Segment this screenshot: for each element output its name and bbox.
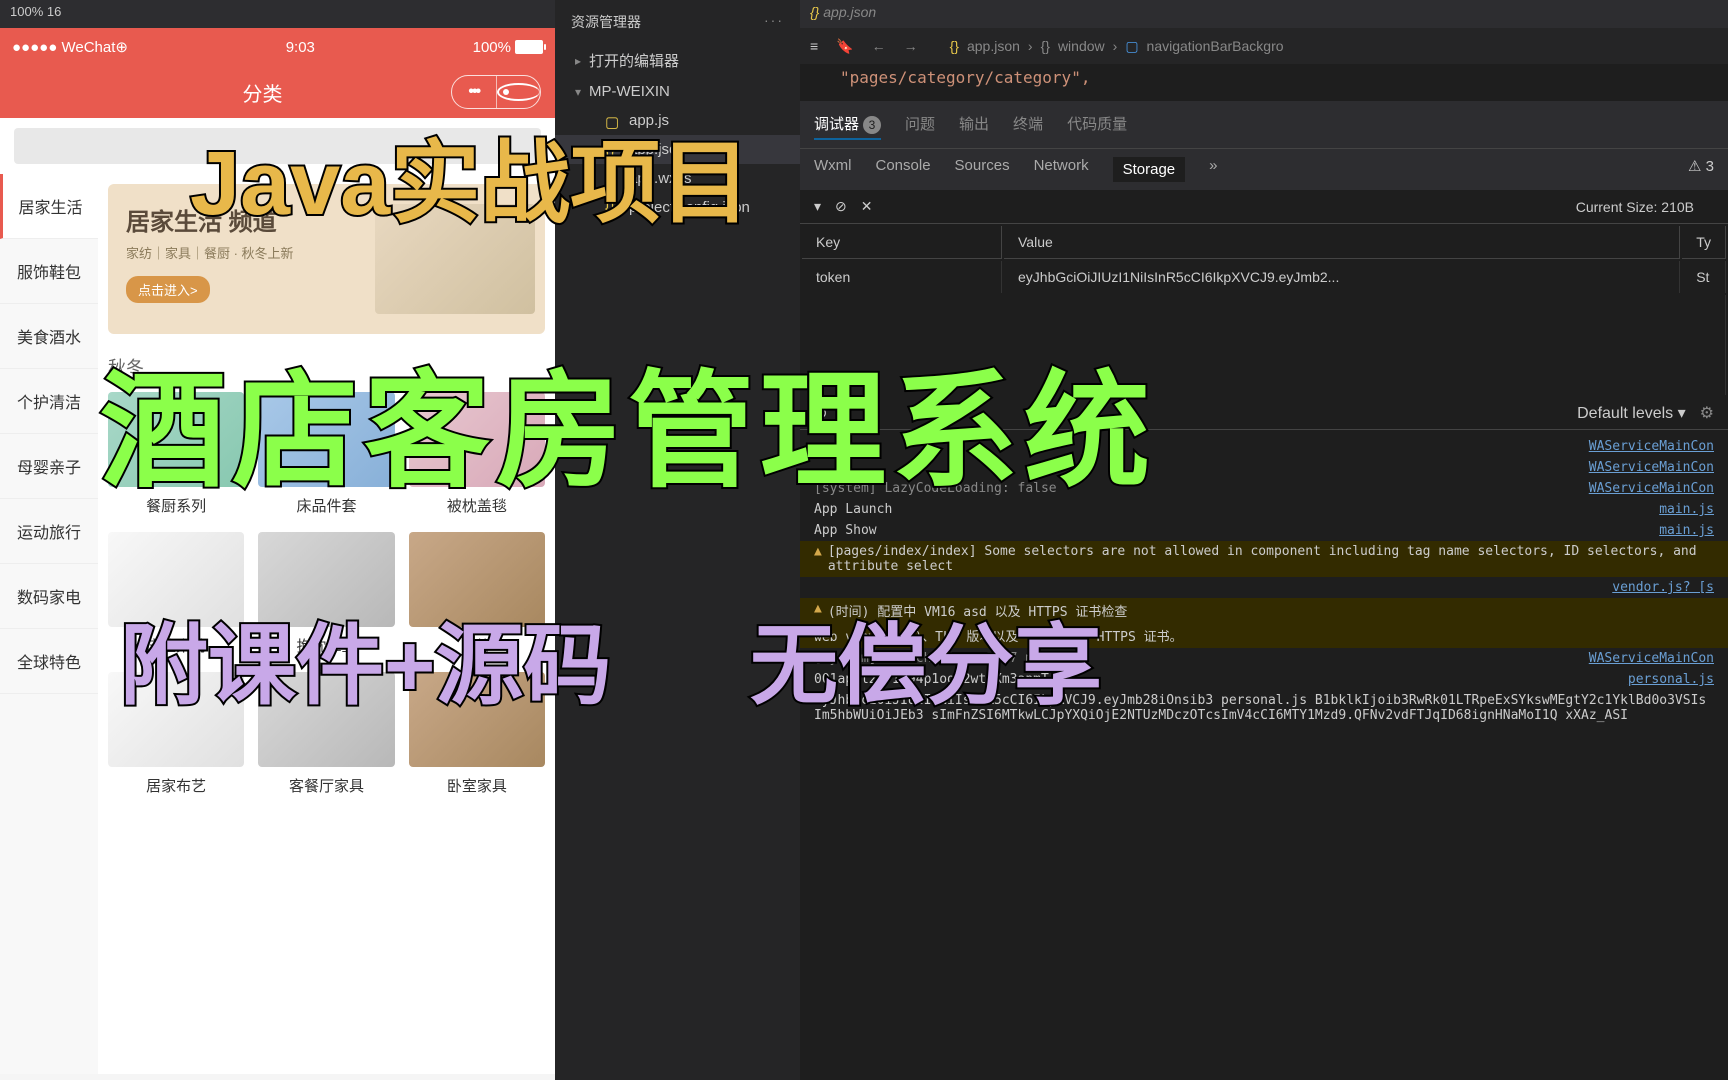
warning-icon: ▲ [814, 544, 822, 574]
category-sidebar: 居家生活 服饰鞋包 美食酒水 个护清洁 母婴亲子 运动旅行 数码家电 全球特色 [0, 174, 98, 1074]
tab-debugger[interactable]: 调试器3 [814, 109, 881, 140]
more-icon[interactable]: ··· [764, 12, 784, 32]
chevron-down-icon: ▾ [575, 85, 581, 99]
devtools-tabs: Wxml Console Sources Network Storage » ⚠… [800, 148, 1728, 190]
code-line[interactable]: "pages/category/category", [800, 64, 1728, 91]
overlay-title-1: Java实战项目 [190, 110, 750, 240]
console-warning: ▲[pages/index/index] Some selectors are … [800, 541, 1728, 577]
chevron-right-icon: ▸ [575, 54, 581, 68]
gear-icon[interactable]: ⚙ [1700, 403, 1714, 423]
console-line: App Showmain.js [800, 520, 1728, 541]
col-value[interactable]: Value [1004, 226, 1680, 259]
forward-icon[interactable]: → [904, 38, 918, 54]
close-icon[interactable]: ✕ [861, 198, 873, 215]
explorer-header: 资源管理器 ··· [555, 0, 800, 44]
battery-indicator: 100% [473, 39, 543, 56]
menu-dots-icon[interactable]: ••• [452, 76, 497, 108]
sidebar-item-baby[interactable]: 母婴亲子 [0, 434, 98, 499]
tab-more[interactable]: » [1209, 157, 1217, 182]
sidebar-item-global[interactable]: 全球特色 [0, 629, 98, 694]
clear-icon[interactable]: ⊘ [835, 198, 847, 215]
breadcrumb[interactable]: {}app.json ›{}window ›▢navigationBarBack… [936, 32, 1298, 61]
status-bar: ●●●●● WeChat⊕ 9:03 100% [0, 28, 555, 66]
table-row[interactable]: token eyJhbGciOiJIUzI1NiIsInR5cCI6IkpXVC… [802, 261, 1726, 293]
tab-problems[interactable]: 问题 [905, 109, 935, 140]
tab-terminal[interactable]: 终端 [1013, 109, 1043, 140]
section-open-editors[interactable]: ▸打开的编辑器 [555, 44, 800, 77]
sidebar-item-sports[interactable]: 运动旅行 [0, 499, 98, 564]
tab-sources[interactable]: Sources [955, 157, 1010, 182]
tab-storage[interactable]: Storage [1113, 157, 1186, 182]
overlay-title-3a: 附课件+源码 [120, 595, 611, 722]
overlay-title-2: 酒店客房管理系统 [100, 330, 1156, 512]
log-levels-select[interactable]: Default levels ▾ [1577, 403, 1686, 423]
close-target-icon[interactable] [497, 76, 541, 108]
warning-badge[interactable]: ⚠ 3 [1688, 157, 1714, 182]
tab-output[interactable]: 输出 [959, 109, 989, 140]
sidebar-item-home[interactable]: 居家生活 [0, 174, 98, 239]
section-project[interactable]: ▾MP-WEIXIN [555, 77, 800, 106]
storage-toolbar: ▾ ⊘ ✕ Current Size: 210B [800, 190, 1728, 224]
battery-icon [515, 40, 543, 54]
col-key[interactable]: Key [802, 226, 1002, 259]
back-icon[interactable]: ← [872, 38, 886, 54]
sidebar-item-clothing[interactable]: 服饰鞋包 [0, 239, 98, 304]
debug-tabs: 调试器3 问题 输出 终端 代码质量 [800, 101, 1728, 148]
tab-console[interactable]: Console [876, 157, 931, 182]
bookmark-icon[interactable]: 🔖 [836, 38, 853, 55]
capsule-menu[interactable]: ••• [451, 75, 541, 109]
editor-toolbar: ≡ 🔖 ← → {}app.json ›{}window ›▢navigatio… [800, 28, 1728, 64]
filter-select[interactable]: ▾ [814, 198, 821, 215]
carrier-label: ●●●●● WeChat⊕ [12, 38, 128, 56]
time-label: 9:03 [128, 39, 473, 56]
overlay-title-3b: 无偿分享 [750, 595, 1102, 722]
editor-tab-bar: {} app.json [800, 0, 1728, 28]
tab-quality[interactable]: 代码质量 [1067, 109, 1127, 140]
page-title: 分类 [74, 78, 451, 107]
menu-icon[interactable]: ≡ [810, 38, 818, 54]
sim-toolbar: 100% 16 [0, 0, 555, 28]
storage-size: Current Size: 210B [1576, 199, 1694, 215]
sidebar-item-digital[interactable]: 数码家电 [0, 564, 98, 629]
sidebar-item-food[interactable]: 美食酒水 [0, 304, 98, 369]
tab-wxml[interactable]: Wxml [814, 157, 852, 182]
banner-enter-button[interactable]: 点击进入> [126, 276, 210, 303]
tab-network[interactable]: Network [1034, 157, 1089, 182]
sidebar-item-care[interactable]: 个护清洁 [0, 369, 98, 434]
col-type[interactable]: Ty [1682, 226, 1726, 259]
ide-panel: {} app.json ≡ 🔖 ← → {}app.json ›{}window… [800, 0, 1728, 1080]
